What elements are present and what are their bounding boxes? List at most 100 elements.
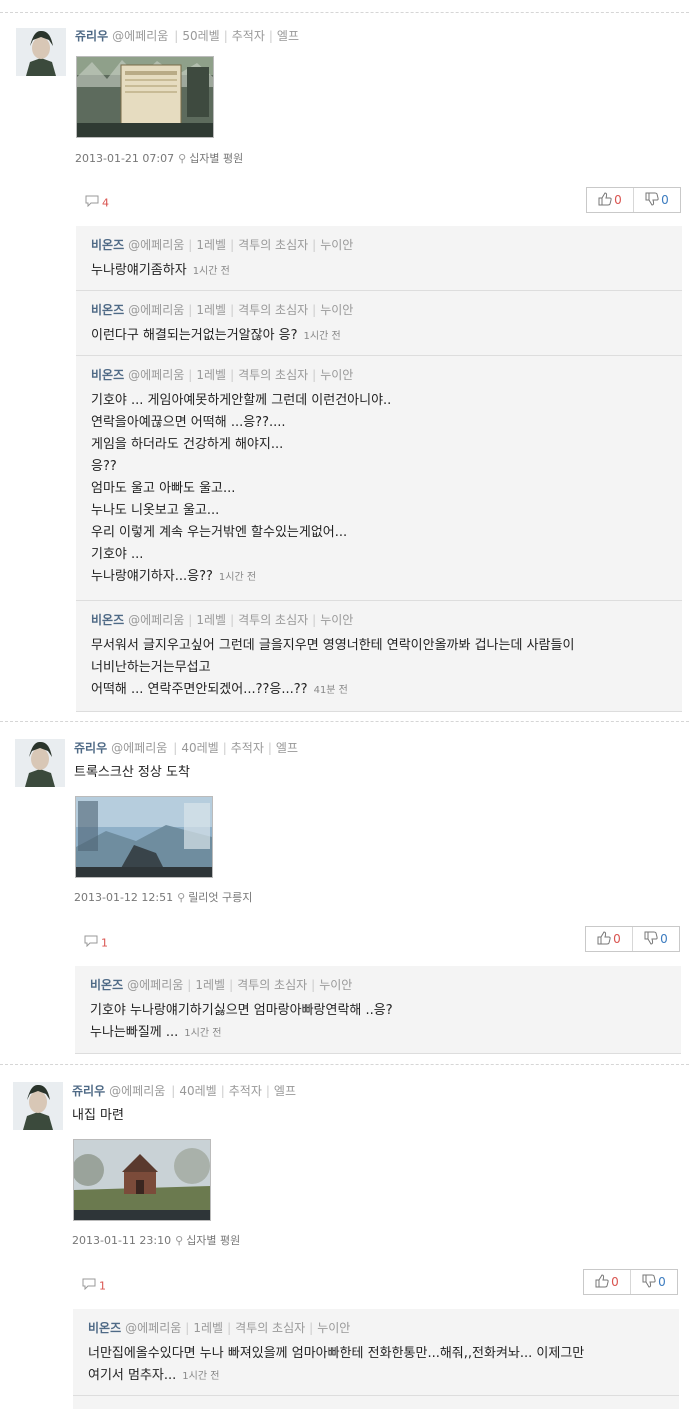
- author-server: @에페리움: [109, 1084, 166, 1098]
- reply-line: 기호야 ...: [91, 547, 144, 562]
- post-datetime: 2013-01-12 12:51: [74, 891, 174, 904]
- author-level: 50레벨: [182, 29, 220, 43]
- post-date-location: 2013-01-21 07:07 ⚲ 십자별 평원: [75, 151, 243, 167]
- reply-time: 1시간 전: [303, 331, 341, 342]
- thumbs-up-icon: [597, 930, 611, 948]
- post-date-location: 2013-01-12 12:51 ⚲ 릴리엇 구릉지: [74, 890, 252, 906]
- author-server: @에페리움: [111, 741, 168, 755]
- speech-bubble-icon: [84, 935, 98, 952]
- reply-item: 비온즈 @에페리움 | 1레벨 | 격투의 초심자 | 누이안 무서워서 글지우고싶어 그런데…: [76, 601, 682, 712]
- post-divider: [0, 721, 689, 722]
- reply-time: 41분 전: [313, 685, 348, 696]
- upvote-count: 0: [613, 932, 621, 946]
- reply-line: 어떡해 ... 연락주면안되겠어...??응...??: [91, 682, 308, 697]
- author-name[interactable]: 쥬리우: [75, 29, 108, 43]
- reply-item: 비온즈 @에페리움 | 1레벨 | 격투의 초심자 | 누이안 너만집에올수있다면 누나 빠져…: [73, 1309, 679, 1396]
- map-pin-icon: ⚲: [175, 1234, 184, 1247]
- post-datetime: 2013-01-11 23:10: [72, 1234, 172, 1247]
- comment-count: 1: [99, 1279, 106, 1293]
- downvote-button[interactable]: 0: [630, 1270, 677, 1294]
- upvote-button[interactable]: 0: [587, 188, 633, 212]
- screenshot-thumbnail[interactable]: [73, 1139, 211, 1221]
- post-divider: [0, 1064, 689, 1065]
- reply-thread: 비온즈 @에페리움 | 1레벨 | 격투의 초심자 | 누이안 너만집에올수있다면 누나 빠져…: [73, 1309, 679, 1409]
- reply-item: 비온즈 @에페리움 | 1레벨 | 격투의 초심자 | 누이안 기호야 ... 게임아예못하게…: [76, 356, 682, 601]
- post-divider: [0, 12, 689, 13]
- speech-bubble-icon: [85, 195, 99, 212]
- reply-line: 연락을아예끊으면 어떡해 ...응??....: [91, 415, 286, 430]
- reply-line: 여기서 멈추자...: [88, 1368, 177, 1383]
- reply-author[interactable]: 비온즈: [91, 238, 124, 252]
- downvote-button[interactable]: 0: [633, 188, 680, 212]
- reply-title: 격투의 초심자: [238, 238, 309, 252]
- vote-box: 0 0: [583, 1269, 678, 1295]
- reply-item: 비온즈 @에페리움 | 1레벨 | 격투의 초심자 | 누이안 기호야 누나랑얘기하기싫으면 …: [75, 966, 681, 1054]
- reply-author[interactable]: 비온즈: [91, 368, 124, 382]
- author-level: 40레벨: [179, 1084, 217, 1098]
- author-name[interactable]: 쥬리우: [74, 741, 107, 755]
- upvote-count: 0: [611, 1275, 619, 1289]
- author-title: 추적자: [228, 1084, 262, 1098]
- reply-race: 누이안: [320, 238, 354, 252]
- screenshot-thumbnail[interactable]: [76, 56, 214, 138]
- avatar[interactable]: [15, 739, 65, 787]
- post-location[interactable]: 십자별 평원: [186, 1234, 240, 1247]
- vote-box: 0 0: [585, 926, 680, 952]
- reply-level: 1레벨: [195, 978, 226, 992]
- speech-bubble-icon: [82, 1278, 96, 1295]
- reply-line: 이런다구 해결되는거없는거알잖아 응?: [91, 328, 298, 343]
- map-pin-icon: ⚲: [178, 152, 187, 165]
- reply-server: @에페리움: [128, 368, 185, 382]
- reply-server: @에페리움: [127, 978, 184, 992]
- reply-line: 너만집에올수있다면 누나 빠져있을께 엄마아빠한테 전화한통만...해줘,,전화…: [88, 1346, 585, 1361]
- upvote-button[interactable]: 0: [586, 927, 632, 951]
- post-location[interactable]: 십자별 평원: [189, 152, 243, 165]
- reply-item: 비온즈 @에페리움 | 1레벨 | 격투의 초심자 | 누이안 이런다구 해결되는거없는거알잖…: [76, 291, 682, 356]
- post-location[interactable]: 릴리엇 구릉지: [188, 891, 252, 904]
- avatar[interactable]: [16, 28, 66, 76]
- downvote-button[interactable]: 0: [632, 927, 679, 951]
- reply-body: 너만집에올수있다면 누나 빠져있을께 엄마아빠한테 전화한통만...해줘,,전화…: [88, 1343, 584, 1388]
- post-meta: 쥬리우 @에페리움 | 50레벨 | 추적자 | 엘프: [75, 29, 300, 43]
- comment-count-button[interactable]: 1: [82, 1278, 106, 1294]
- reply-level: 1레벨: [196, 613, 227, 627]
- author-race: 엘프: [275, 741, 299, 755]
- reply-meta: 비온즈 @에페리움 | 1레벨 | 격투의 초심자 | 누이안: [90, 978, 353, 992]
- reply-author[interactable]: 비온즈: [88, 1321, 121, 1335]
- post-datetime: 2013-01-21 07:07: [75, 152, 175, 165]
- reply-body: 이런다구 해결되는거없는거알잖아 응? 1시간 전: [91, 325, 341, 348]
- reply-author[interactable]: 비온즈: [91, 613, 124, 627]
- reply-time: 1시간 전: [218, 572, 257, 583]
- reply-race: 누이안: [320, 613, 354, 627]
- reply-time: 1시간 전: [182, 1371, 220, 1382]
- upvote-count: 0: [614, 193, 622, 207]
- reply-line: 누나랑얘기좀하자: [91, 263, 187, 278]
- reply-time: 1시간 전: [184, 1028, 222, 1039]
- author-title: 추적자: [230, 741, 264, 755]
- reply-line: 누나는빠질께 ...: [90, 1025, 179, 1040]
- comment-count-button[interactable]: 4: [85, 195, 109, 211]
- post-text: 내집 마련: [72, 1108, 124, 1123]
- reply-body: 무서워서 글지우고싶어 그런데 글을지우면 영영너한테 연락이안올까봐 겁나는데…: [91, 635, 574, 702]
- reply-thread: 비온즈 @에페리움 | 1레벨 | 격투의 초심자 | 누이안 누나랑얘기좀하자 1시간 전 비…: [76, 226, 682, 712]
- thumbs-up-icon: [598, 191, 612, 209]
- reply-server: @에페리움: [125, 1321, 182, 1335]
- comment-count-button[interactable]: 1: [84, 935, 108, 951]
- upvote-button[interactable]: 0: [584, 1270, 630, 1294]
- thumbs-down-icon: [645, 192, 659, 209]
- author-title: 추적자: [231, 29, 265, 43]
- post-date-location: 2013-01-11 23:10 ⚲ 십자별 평원: [72, 1233, 240, 1249]
- reply-title: 격투의 초심자: [237, 978, 308, 992]
- screenshot-thumbnail[interactable]: [75, 796, 213, 878]
- author-name[interactable]: 쥬리우: [72, 1084, 105, 1098]
- thumbs-up-icon: [595, 1273, 609, 1291]
- avatar[interactable]: [13, 1082, 63, 1130]
- reply-author[interactable]: 비온즈: [90, 978, 123, 992]
- reply-title: 격투의 초심자: [238, 368, 309, 382]
- thumbs-down-icon: [644, 931, 658, 948]
- reply-line: 엄마도 울고 아빠도 울고...: [91, 481, 236, 496]
- reply-author[interactable]: 비온즈: [91, 303, 124, 317]
- reply-line: 게임을 하더라도 건강하게 해야지...: [91, 437, 284, 452]
- reply-line: 무서워서 글지우고싶어 그런데 글을지우면 영영너한테 연락이안올까봐 겁나는데…: [91, 638, 575, 653]
- downvote-count: 0: [661, 193, 669, 207]
